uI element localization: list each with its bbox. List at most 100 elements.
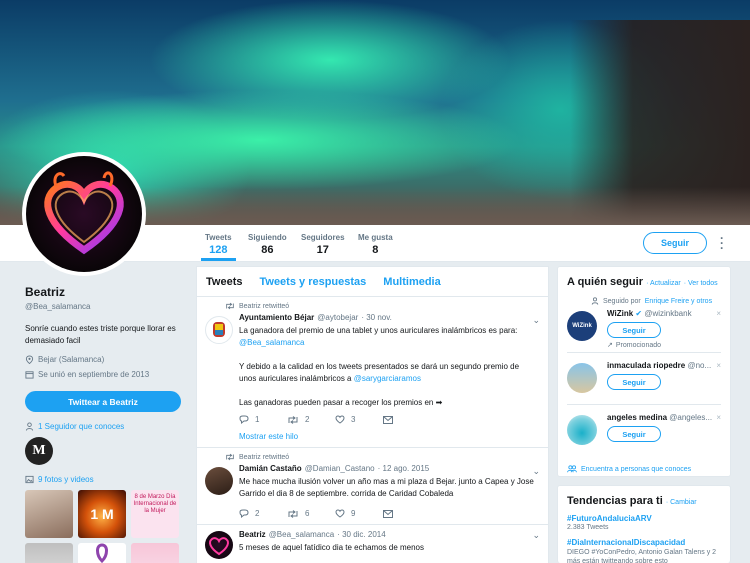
tweet[interactable]: Beatriz retwitteó ⌄ Ayuntamiento Béjar @…: [197, 297, 548, 448]
view-all-link[interactable]: · Ver todos: [684, 280, 718, 287]
ribbon-icon: [96, 543, 108, 563]
tweet-avatar[interactable]: [205, 531, 233, 559]
retweet-button[interactable]: 2: [287, 415, 335, 424]
trends-box: Tendencias para ti · Cambiar #FuturoAnda…: [557, 485, 731, 563]
like-button[interactable]: 9: [335, 509, 383, 518]
promoted-label: ↗ Promocionado: [607, 341, 662, 350]
like-count: 3: [351, 415, 356, 424]
like-count: 9: [351, 509, 356, 518]
image-icon: [25, 475, 34, 484]
chevron-down-icon[interactable]: ⌄: [532, 466, 540, 477]
profile-name[interactable]: Beatriz: [25, 285, 185, 299]
refresh-link[interactable]: · Actualizar: [646, 280, 681, 287]
tweet-author[interactable]: Ayuntamiento Béjar: [239, 313, 314, 322]
dismiss-icon[interactable]: ×: [716, 413, 721, 422]
trend-description: DIEGO #YoConPedro, Antonio Galan Talens …: [567, 549, 717, 563]
tweet-avatar[interactable]: [205, 316, 233, 344]
reply-count: 1: [255, 415, 260, 424]
retweet-button[interactable]: 6: [287, 509, 335, 518]
dismiss-icon[interactable]: ×: [716, 309, 721, 318]
dm-button[interactable]: [383, 509, 431, 518]
dm-button[interactable]: [383, 415, 431, 424]
media-thumb[interactable]: [25, 543, 73, 563]
tweet-actions: 2 6 9: [239, 509, 538, 518]
followed-by-names[interactable]: Enrique Freire y otros: [645, 298, 712, 305]
stat-likes[interactable]: Me gusta 8: [358, 233, 393, 256]
show-thread-link[interactable]: Mostrar este hilo: [239, 432, 538, 441]
follow-button[interactable]: Seguir: [607, 426, 661, 442]
find-people-text: Encuentra a personas que conoces: [581, 465, 692, 473]
media-thumb[interactable]: [78, 543, 126, 563]
stat-label: Siguiendo: [248, 233, 287, 242]
followed-by-prefix: Seguido por: [603, 297, 641, 305]
dismiss-icon[interactable]: ×: [716, 361, 721, 370]
follow-button[interactable]: Seguir: [643, 232, 707, 254]
person-icon: [591, 297, 599, 305]
trend-name[interactable]: #DiaInternacionalDiscapacidad: [567, 538, 721, 547]
stat-value: 86: [261, 244, 274, 256]
tweet-date[interactable]: · 30 nov.: [361, 313, 392, 322]
media-thumb[interactable]: 1 M: [78, 490, 126, 538]
stat-followers[interactable]: Seguidores 17: [301, 233, 345, 256]
reply-button[interactable]: 2: [239, 509, 287, 518]
trend-item[interactable]: #DiaInternacionalDiscapacidad DIEGO #YoC…: [567, 538, 721, 563]
media-thumb[interactable]: [131, 543, 179, 563]
suggestion-avatar[interactable]: [567, 415, 597, 445]
known-followers-link[interactable]: 1 Seguidor que conoces: [25, 422, 185, 431]
stat-following[interactable]: Siguiendo 86: [248, 233, 287, 256]
mention-link[interactable]: @sarygarciaramos: [354, 374, 421, 383]
tab-tweets-replies[interactable]: Tweets y respuestas: [259, 276, 366, 288]
reply-button[interactable]: 1: [239, 415, 287, 424]
suggestion-name[interactable]: angeles medina @angeles...: [607, 413, 721, 422]
profile-bio: Sonríe cuando estes triste porque llorar…: [25, 324, 176, 345]
tweet-header: Damián Castaño @Damian_Castano · 12 ago.…: [239, 464, 538, 473]
tweet-to-button[interactable]: Twittear a Beatriz: [25, 391, 181, 412]
chevron-down-icon[interactable]: ⌄: [532, 530, 540, 541]
chevron-down-icon[interactable]: ⌄: [532, 315, 540, 326]
more-vertical-icon[interactable]: · · ·: [718, 232, 726, 254]
reply-icon: [239, 509, 249, 518]
tweet-author[interactable]: Beatriz: [239, 530, 266, 539]
follow-button[interactable]: Seguir: [607, 374, 661, 390]
like-button[interactable]: 3: [335, 415, 383, 424]
suggestion-avatar[interactable]: [567, 363, 597, 393]
tweet-date[interactable]: · 12 ago. 2015: [378, 464, 430, 473]
trend-name[interactable]: #FuturoAndaluciaARV: [567, 514, 721, 523]
tab-media[interactable]: Multimedia: [383, 276, 440, 288]
mention-link[interactable]: @Bea_salamanca: [239, 338, 305, 347]
stat-label: Me gusta: [358, 233, 393, 242]
tweet-avatar[interactable]: [205, 467, 233, 495]
trend-item[interactable]: #FuturoAndaluciaARV 2.383 Tweets: [567, 514, 721, 531]
stat-label: Tweets: [205, 233, 232, 242]
find-people-link[interactable]: Encuentra a personas que conoces: [567, 465, 721, 473]
heart-icon: [335, 509, 345, 518]
promoted-icon: ↗: [607, 342, 613, 349]
tweet[interactable]: ⌄ Beatriz @Bea_salamanca · 30 dic. 2014 …: [197, 525, 548, 560]
tweet-header: Ayuntamiento Béjar @aytobejar · 30 nov.: [239, 313, 538, 322]
location-pin-icon: [25, 355, 34, 364]
tweet[interactable]: Beatriz retwitteó ⌄ Damián Castaño @Dami…: [197, 448, 548, 525]
tab-tweets[interactable]: Tweets: [206, 276, 242, 288]
media-text: 9 fotos y videos: [38, 475, 94, 484]
reply-count: 2: [255, 509, 260, 518]
stat-value: 17: [316, 244, 329, 256]
arrow-emoji-icon: ➡: [435, 398, 443, 407]
coat-of-arms-icon: [213, 322, 225, 337]
follow-button[interactable]: Seguir: [607, 322, 661, 338]
known-follower-avatar[interactable]: M: [25, 437, 53, 465]
media-link[interactable]: 9 fotos y videos: [25, 475, 185, 484]
media-thumb[interactable]: [25, 490, 73, 538]
suggestion-name[interactable]: WiZink ✔ @wizinkbank: [607, 309, 721, 318]
stat-tweets[interactable]: Tweets 128: [201, 233, 236, 261]
tweet-header: Beatriz @Bea_salamanca · 30 dic. 2014: [239, 530, 538, 539]
suggestion-avatar[interactable]: WiZink: [567, 311, 597, 341]
location-text: Bejar (Salamanca): [38, 355, 105, 364]
tweet-text: La ganadora del premio de una tablet y u…: [239, 325, 538, 409]
tweet-date[interactable]: · 30 dic. 2014: [337, 530, 385, 539]
media-thumb[interactable]: 8 de Marzo Día Internacional de la Mujer: [131, 490, 179, 538]
tweet-author[interactable]: Damián Castaño: [239, 464, 302, 473]
suggestion-name[interactable]: inmaculada riopedre @no...: [607, 361, 721, 370]
envelope-icon: [383, 415, 393, 424]
change-link[interactable]: · Cambiar: [666, 499, 697, 506]
profile-avatar[interactable]: [22, 152, 146, 276]
